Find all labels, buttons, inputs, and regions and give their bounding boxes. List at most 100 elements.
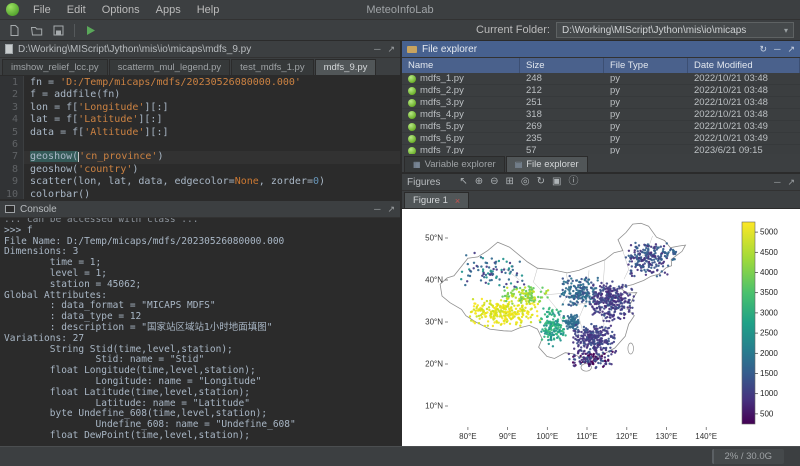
refresh-icon[interactable]: ↻: [760, 45, 768, 54]
code-line[interactable]: [24, 139, 400, 151]
editor-header: D:\Working\MIScript\Jython\mis\io\micaps…: [0, 41, 400, 58]
tab-file-explorer[interactable]: ▤ File explorer: [506, 156, 588, 172]
svg-text:140°E: 140°E: [695, 432, 717, 441]
file-row[interactable]: mdfs_1.py248py2022/10/21 03:48: [402, 73, 800, 85]
pan-icon[interactable]: ⊞: [506, 177, 514, 187]
menu-item-help[interactable]: Help: [189, 3, 228, 17]
svg-text:5000: 5000: [760, 228, 778, 237]
file-row[interactable]: mdfs_2.py212py2022/10/21 03:48: [402, 85, 800, 97]
svg-text:40°N: 40°N: [425, 276, 443, 285]
minimize-icon[interactable]: ─: [774, 178, 780, 187]
code-line[interactable]: colorbar(): [24, 189, 400, 199]
table-grid-icon: ▦: [413, 160, 421, 169]
open-file-button[interactable]: [28, 22, 45, 39]
menu-item-edit[interactable]: Edit: [59, 3, 94, 17]
editor-panel: D:\Working\MIScript\Jython\mis\io\micaps…: [0, 41, 400, 201]
code-line[interactable]: geoshow('country'): [24, 164, 400, 176]
figure-tabbar: Figure 1 ×: [402, 191, 800, 209]
column-header-date-modified[interactable]: Date Modified: [688, 58, 800, 73]
close-icon[interactable]: ×: [455, 196, 460, 206]
save-figure-icon[interactable]: ▣: [552, 177, 561, 187]
column-header-name[interactable]: Name: [402, 58, 520, 73]
figure-canvas[interactable]: 80°E90°E100°E110°E120°E130°E140°E10°N20°…: [402, 209, 800, 446]
editor-tab[interactable]: imshow_relief_lcc.py: [2, 59, 108, 75]
code-line[interactable]: lon = f['Longitude'][:]: [24, 102, 400, 114]
svg-text:1000: 1000: [760, 389, 778, 398]
minimize-icon[interactable]: ─: [774, 45, 780, 54]
main-area: D:\Working\MIScript\Jython\mis\io\micaps…: [0, 41, 800, 446]
menu-item-file[interactable]: File: [25, 3, 59, 17]
tab-variable-explorer[interactable]: ▦ Variable explorer: [404, 156, 505, 172]
rotate-icon[interactable]: ↻: [537, 177, 545, 187]
main-toolbar: Current Folder: D:\Working\MIScript\Jyth…: [0, 20, 800, 41]
python-file-icon: [408, 111, 416, 119]
float-window-icon[interactable]: ↗: [787, 178, 795, 187]
code-line[interactable]: f = addfile(fn): [24, 89, 400, 101]
info-icon[interactable]: ⓘ: [569, 177, 579, 187]
float-window-icon[interactable]: ↗: [387, 205, 395, 214]
code-line[interactable]: data = f['Altitude'][:]: [24, 127, 400, 139]
float-window-icon[interactable]: ↗: [387, 45, 395, 54]
python-file-icon: [408, 75, 416, 83]
file-table-rows: mdfs_1.py248py2022/10/21 03:48mdfs_2.py2…: [402, 73, 800, 154]
app-logo-icon: [6, 3, 19, 16]
code-lines[interactable]: fn = 'D:/Temp/micaps/mdfs/20230526080000…: [24, 76, 400, 199]
svg-text:120°E: 120°E: [616, 432, 638, 441]
svg-text:4000: 4000: [760, 268, 778, 277]
code-line[interactable]: geoshow('cn_province'): [24, 151, 400, 163]
code-editor[interactable]: 12345678910 fn = 'D:/Temp/micaps/mdfs/20…: [0, 76, 400, 199]
current-folder-label: Current Folder:: [476, 24, 550, 36]
tab-figure-1[interactable]: Figure 1 ×: [404, 192, 469, 208]
current-folder: Current Folder: D:\Working\MIScript\Jyth…: [476, 22, 794, 38]
editor-tab[interactable]: mdfs_9.py: [315, 59, 377, 75]
explorer-tabs: ▦ Variable explorer ▤ File explorer: [402, 154, 800, 172]
menu-bar: FileEditOptionsAppsHelp MeteoInfoLab: [0, 0, 800, 20]
new-file-button[interactable]: [6, 22, 23, 39]
full-extent-icon[interactable]: ◎: [521, 177, 530, 187]
file-explorer-panel: File explorer ↻ ─ ↗ NameSizeFile TypeDat…: [402, 41, 800, 174]
file-row[interactable]: mdfs_6.py235py2022/10/21 03:49: [402, 133, 800, 145]
select-arrow-icon[interactable]: ↖: [459, 177, 467, 187]
python-file-icon: [408, 135, 416, 143]
column-header-size[interactable]: Size: [520, 58, 604, 73]
editor-tab[interactable]: scatterm_mul_legend.py: [109, 59, 231, 75]
python-file-icon: [408, 99, 416, 107]
run-script-button[interactable]: [82, 22, 99, 39]
svg-text:3500: 3500: [760, 288, 778, 297]
code-line[interactable]: lat = f['Latitude'][:]: [24, 114, 400, 126]
current-folder-combobox[interactable]: D:\Working\MIScript\Jython\mis\io\micaps…: [556, 22, 794, 38]
file-row[interactable]: mdfs_4.py318py2022/10/21 03:48: [402, 109, 800, 121]
chevron-down-icon[interactable]: ▾: [784, 26, 788, 35]
minimize-icon[interactable]: ─: [374, 45, 380, 54]
minimize-icon[interactable]: ─: [374, 205, 380, 214]
float-window-icon[interactable]: ↗: [787, 45, 795, 54]
console-output[interactable]: ... can be accessed with class ...>>> fF…: [0, 218, 400, 446]
file-row[interactable]: mdfs_5.py269py2022/10/21 03:49: [402, 121, 800, 133]
file-row[interactable]: mdfs_7.py57py2023/6/21 09:15: [402, 145, 800, 154]
console-icon: [5, 205, 15, 213]
menu-item-apps[interactable]: Apps: [148, 3, 189, 17]
menu-item-options[interactable]: Options: [94, 3, 148, 17]
file-explorer-header: File explorer ↻ ─ ↗: [402, 41, 800, 58]
zoom-in-icon[interactable]: ⊕: [475, 177, 483, 187]
svg-text:80°E: 80°E: [459, 432, 476, 441]
file-row[interactable]: mdfs_3.py251py2022/10/21 03:48: [402, 97, 800, 109]
line-numbers: 12345678910: [0, 76, 24, 199]
figures-panel: Figures ↖⊕⊖⊞◎↻▣ⓘ ─ ↗ Figure 1 × 80°E90°E…: [402, 174, 800, 446]
figures-title: Figures: [407, 177, 440, 188]
file-explorer-title: File explorer: [422, 44, 477, 55]
svg-text:130°E: 130°E: [656, 432, 678, 441]
current-folder-value: D:\Working\MIScript\Jython\mis\io\micaps: [562, 25, 746, 36]
editor-tab[interactable]: test_mdfs_1.py: [231, 59, 313, 75]
column-header-file-type[interactable]: File Type: [604, 58, 688, 73]
zoom-out-icon[interactable]: ⊖: [490, 177, 498, 187]
folder-tab-icon: ▤: [515, 160, 523, 169]
file-icon: [5, 44, 13, 54]
code-line[interactable]: scatter(lon, lat, data, edgecolor=None, …: [24, 176, 400, 188]
figure-toolbar: ↖ ⊕ ⊖ ⊞ ◎ ↻ ▣ ⓘ: [459, 177, 578, 187]
code-line[interactable]: fn = 'D:/Temp/micaps/mdfs/20230526080000…: [24, 77, 400, 89]
svg-text:2000: 2000: [760, 349, 778, 358]
tab-label: Variable explorer: [425, 159, 496, 170]
save-button[interactable]: [50, 22, 67, 39]
memory-indicator[interactable]: 2% / 30.0G: [712, 449, 784, 464]
